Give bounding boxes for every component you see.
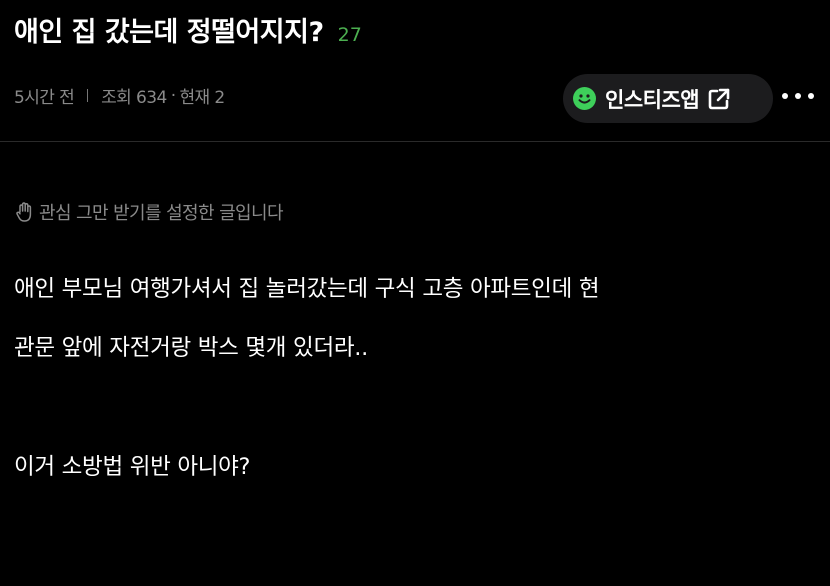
title-row: 애인 집 갔는데 정떨어지지? 27 xyxy=(14,10,362,49)
post-title: 애인 집 갔는데 정떨어지지? xyxy=(14,17,324,48)
post-body: 애인 부모님 여행가셔서 집 놀러갔는데 구식 고층 아파트인데 현 관문 앞에… xyxy=(14,278,826,515)
post-meta: 5시간 전 조회 634 · 현재 2 xyxy=(14,83,226,109)
body-line: 관문 앞에 자전거랑 박스 몇개 있더라.. xyxy=(14,335,368,361)
hand-stop-icon xyxy=(14,201,36,223)
notice-row: 관심 그만 받기를 설정한 글입니다 xyxy=(14,199,284,225)
more-dot xyxy=(808,93,814,99)
header-divider xyxy=(0,141,830,142)
comment-count[interactable]: 27 xyxy=(338,24,362,46)
post-time: 5시간 전 xyxy=(14,88,75,108)
current-viewers: 현재 2 xyxy=(179,88,226,108)
external-link-icon xyxy=(707,87,731,111)
body-line: 이거 소방법 위반 아니야? xyxy=(14,454,251,480)
app-button-label: 인스티즈앱 xyxy=(605,87,700,112)
meta-divider xyxy=(87,89,89,102)
more-dot xyxy=(795,93,801,99)
notice-text: 관심 그만 받기를 설정한 글입니다 xyxy=(39,203,284,224)
post-page: 애인 집 갔는데 정떨어지지? 27 5시간 전 조회 634 · 현재 2 인… xyxy=(0,0,830,586)
meta-dot: · xyxy=(170,85,176,106)
more-dot xyxy=(782,93,788,99)
view-count: 조회 634 xyxy=(101,88,167,108)
open-app-button[interactable]: 인스티즈앱 xyxy=(563,74,773,123)
smile-icon xyxy=(573,87,596,110)
body-line: 애인 부모님 여행가셔서 집 놀러갔는데 구식 고층 아파트인데 현 xyxy=(14,276,600,302)
more-dots-icon[interactable] xyxy=(782,84,814,108)
